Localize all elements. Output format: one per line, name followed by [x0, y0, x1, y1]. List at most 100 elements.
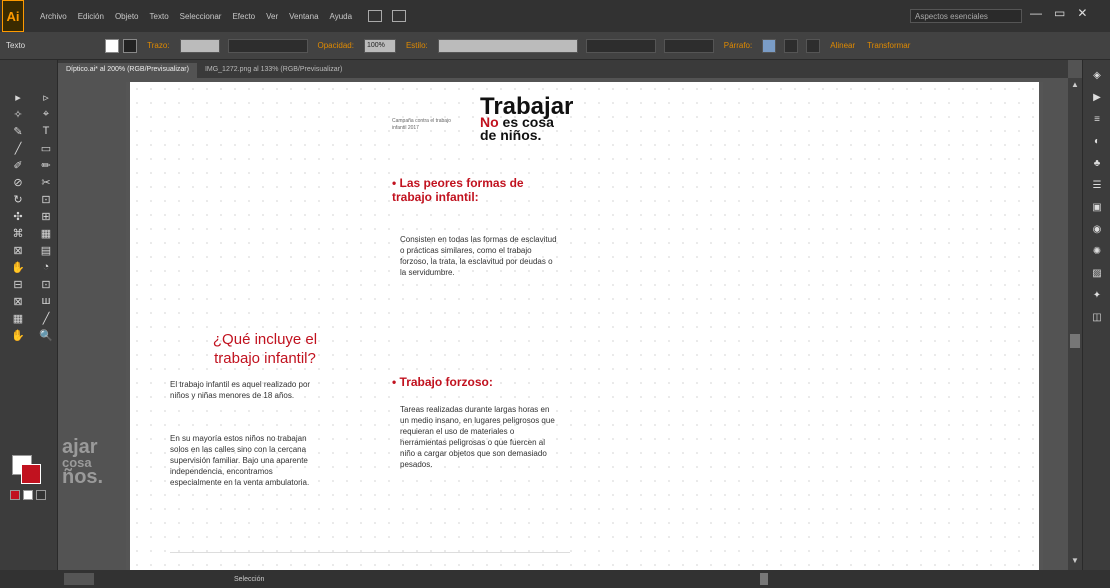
tab-diptico[interactable]: Díptico.ai* al 200% (RGB/Previsualizar): [58, 63, 197, 78]
font-size-select[interactable]: [663, 38, 714, 53]
stroke-color-box[interactable]: [21, 464, 41, 484]
tool-icon[interactable]: ✐: [10, 158, 26, 172]
tool-icon[interactable]: ⊡: [38, 277, 54, 291]
tool-icon[interactable]: ⌖: [38, 107, 54, 121]
minimize-icon[interactable]: —: [1030, 6, 1042, 20]
panel-icon[interactable]: ▣: [1090, 202, 1104, 214]
section1-title[interactable]: • Las peores formas de trabajo infantil:: [392, 176, 552, 204]
panel-icon[interactable]: ☰: [1090, 180, 1104, 192]
font-select[interactable]: [585, 38, 656, 53]
fill-stroke-widget[interactable]: [12, 455, 42, 485]
stroke-label[interactable]: Trazo:: [147, 41, 169, 50]
align-left-icon[interactable]: [762, 38, 777, 53]
bridge-icon[interactable]: [368, 10, 383, 22]
tool-icon[interactable]: ш: [38, 294, 54, 308]
tool-icon[interactable]: ⊟: [10, 277, 26, 291]
tool-icon[interactable]: ╱: [38, 311, 54, 325]
section1-body[interactable]: Consisten en todas las formas de esclavi…: [400, 234, 560, 278]
color-mode-icon[interactable]: [10, 490, 20, 500]
panel-icon[interactable]: ◉: [1090, 224, 1104, 236]
tool-icon[interactable]: ⊞: [38, 209, 54, 223]
tool-icon[interactable]: ✣: [10, 209, 26, 223]
tool-icon[interactable]: ⊡: [38, 192, 54, 206]
panel-icon[interactable]: ≡: [1090, 114, 1104, 126]
campaign-label[interactable]: Campaña contra el trabajo infantil 2017: [392, 118, 462, 132]
menu-item[interactable]: Ver: [266, 12, 278, 21]
menu-item[interactable]: Seleccionar: [180, 12, 222, 21]
opacity-field[interactable]: 100%: [363, 38, 396, 53]
stroke-width-field[interactable]: [179, 38, 220, 53]
opacity-label[interactable]: Opacidad:: [318, 41, 354, 50]
gradient-mode-icon[interactable]: [23, 490, 33, 500]
maximize-icon[interactable]: ▭: [1054, 6, 1065, 20]
menu-item[interactable]: Ayuda: [330, 12, 353, 21]
tool-icon[interactable]: 🔍: [38, 328, 54, 342]
tool-icon[interactable]: T: [38, 124, 54, 138]
tool-icon[interactable]: ⊘: [10, 175, 26, 189]
menu-item[interactable]: Archivo: [40, 12, 67, 21]
transform-label[interactable]: Transformar: [867, 41, 910, 50]
style-label[interactable]: Estilo:: [406, 41, 428, 50]
guide-line: [170, 552, 570, 553]
vertical-scrollbar[interactable]: ▲ ▼: [1068, 78, 1082, 570]
tool-icon[interactable]: ▦: [38, 226, 54, 240]
none-mode-icon[interactable]: [36, 490, 46, 500]
tool-icon[interactable]: ✏: [38, 158, 54, 172]
tool-icon[interactable]: ╱: [10, 141, 26, 155]
variable-width-select[interactable]: [227, 38, 308, 53]
section3-title[interactable]: • Trabajo forzoso:: [392, 375, 493, 389]
align-center-icon[interactable]: [784, 38, 799, 53]
section2-title[interactable]: ¿Qué incluye el trabajo infantil?: [190, 330, 340, 368]
tool-icon[interactable]: ▸: [10, 90, 26, 104]
stroke-swatch[interactable]: [123, 38, 138, 53]
tool-icon[interactable]: ⌘: [10, 226, 26, 240]
menu-item[interactable]: Ventana: [289, 12, 318, 21]
horizontal-scroll-thumb[interactable]: [760, 573, 768, 585]
align-right-icon[interactable]: [806, 38, 821, 53]
tools-panel: ▸ ▹ ✧ ⌖ ✎ T ╱ ▭ ✐ ✏ ⊘ ✂ ↻ ⊡ ✣ ⊞ ⌘ ▦ ⊠ ▤ ✋ ◔ ⊟ ⊡ ⊠ ш ▦ ╱ ✋ 🔍: [0, 60, 58, 570]
tab-img-1272[interactable]: IMG_1272.png al 133% (RGB/Previsualizar): [197, 63, 350, 78]
tool-icon[interactable]: ✂: [38, 175, 54, 189]
menu-item[interactable]: Objeto: [115, 12, 139, 21]
panel-icon[interactable]: ◫: [1090, 312, 1104, 324]
section2-body1[interactable]: El trabajo infantil es aquel realizado p…: [170, 379, 320, 401]
artboard[interactable]: Campaña contra el trabajo infantil 2017 …: [126, 82, 1043, 570]
workspace-switcher[interactable]: Aspectos esenciales: [910, 9, 1022, 23]
panel-icon[interactable]: ▶: [1090, 92, 1104, 104]
brand-logo[interactable]: Trabajar No es cosa de niños.: [480, 95, 573, 143]
paragraph-label[interactable]: Párrafo:: [724, 41, 752, 50]
scroll-down-icon[interactable]: ▼: [1071, 556, 1079, 565]
arrange-docs-icon[interactable]: [392, 10, 407, 22]
tool-icon[interactable]: ▭: [38, 141, 54, 155]
control-label: Texto: [6, 41, 26, 50]
tool-icon[interactable]: ✧: [10, 107, 26, 121]
panel-icon[interactable]: ▨: [1090, 268, 1104, 280]
panel-icon[interactable]: ◈: [1090, 70, 1104, 82]
scroll-up-icon[interactable]: ▲: [1071, 80, 1079, 89]
tool-icon[interactable]: ↻: [10, 192, 26, 206]
zoom-field[interactable]: [64, 573, 94, 585]
section2-body2[interactable]: En su mayoría estos niños no trabajan so…: [170, 433, 320, 488]
menu-item[interactable]: Edición: [78, 12, 104, 21]
panel-icon[interactable]: ✦: [1090, 290, 1104, 302]
tool-icon[interactable]: ✋: [10, 328, 26, 342]
tool-icon[interactable]: ◔: [38, 260, 54, 274]
char-style-field[interactable]: [437, 38, 578, 53]
close-icon[interactable]: ✕: [1077, 6, 1087, 20]
tool-icon[interactable]: ✋: [10, 260, 26, 274]
menu-item[interactable]: Texto: [150, 12, 169, 21]
panel-icon[interactable]: ✺: [1090, 246, 1104, 258]
panel-icon[interactable]: ◐: [1090, 136, 1104, 148]
tool-icon[interactable]: ▹: [38, 90, 54, 104]
scroll-thumb[interactable]: [1070, 334, 1080, 348]
align-label[interactable]: Alinear: [830, 41, 855, 50]
fill-swatch[interactable]: [105, 38, 120, 53]
section3-body[interactable]: Tareas realizadas durante largas horas e…: [400, 404, 560, 470]
tool-icon[interactable]: ▤: [38, 243, 54, 257]
menu-item[interactable]: Efecto: [232, 12, 255, 21]
tool-icon[interactable]: ✎: [10, 124, 26, 138]
tool-icon[interactable]: ⊠: [10, 243, 26, 257]
tool-icon[interactable]: ▦: [10, 311, 26, 325]
panel-icon[interactable]: ♣: [1090, 158, 1104, 170]
tool-icon[interactable]: ⊠: [10, 294, 26, 308]
